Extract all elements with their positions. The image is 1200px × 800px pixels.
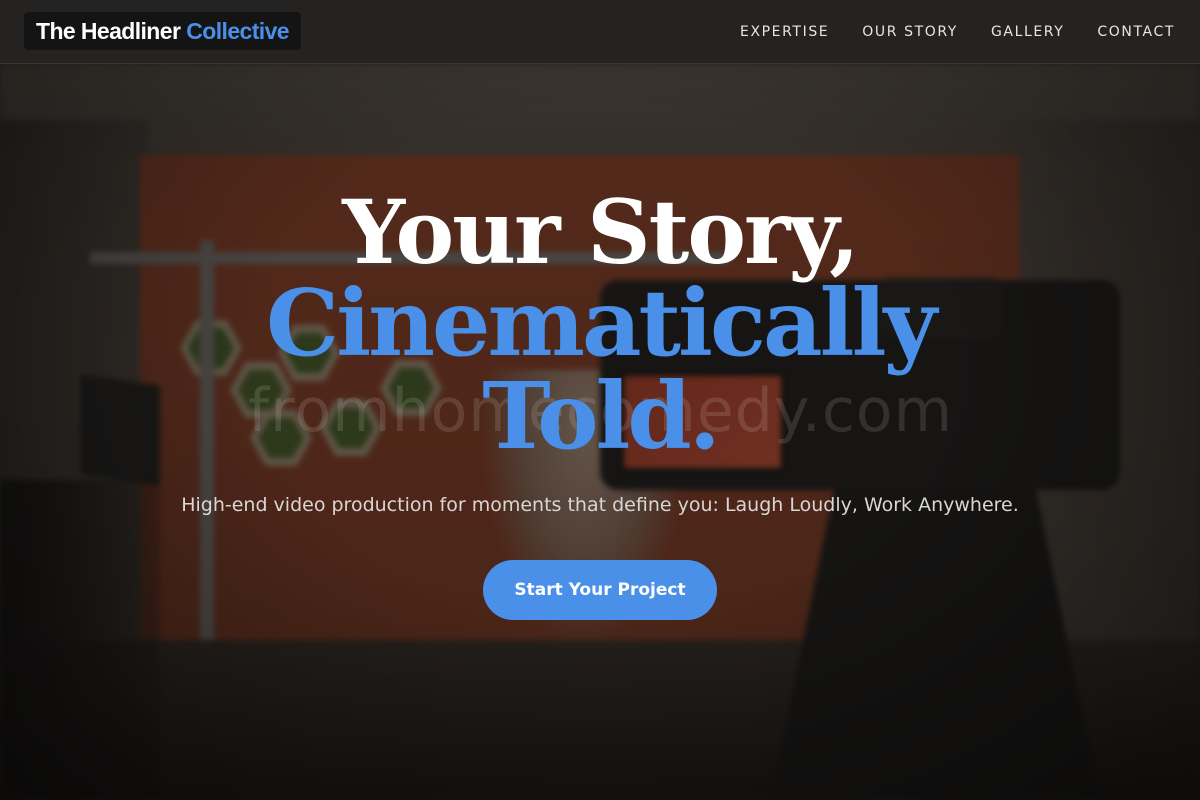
main-nav: EXPERTISE OUR STORY GALLERY CONTACT xyxy=(740,0,1175,64)
start-project-button[interactable]: Start Your Project xyxy=(483,560,717,620)
headline-line-3: Told. xyxy=(482,362,721,470)
headline-line-1: Your Story, xyxy=(342,180,859,284)
nav-link-our-story[interactable]: OUR STORY xyxy=(862,24,958,40)
nav-link-gallery[interactable]: GALLERY xyxy=(991,24,1064,40)
headline-line-2: Cinematically xyxy=(266,269,937,377)
nav-link-contact[interactable]: CONTACT xyxy=(1097,24,1175,40)
brand-name-accent: Collective xyxy=(186,17,289,44)
nav-link-expertise[interactable]: EXPERTISE xyxy=(740,24,829,40)
hero-subtitle: High-end video production for moments th… xyxy=(181,494,1019,516)
top-navigation-bar: The Headliner Collective EXPERTISE OUR ST… xyxy=(0,0,1200,64)
hero-headline: Your Story, Cinematically Told. xyxy=(0,182,1200,462)
brand-logo-link[interactable]: The Headliner Collective xyxy=(24,12,301,50)
brand-name: The Headliner xyxy=(36,17,181,44)
